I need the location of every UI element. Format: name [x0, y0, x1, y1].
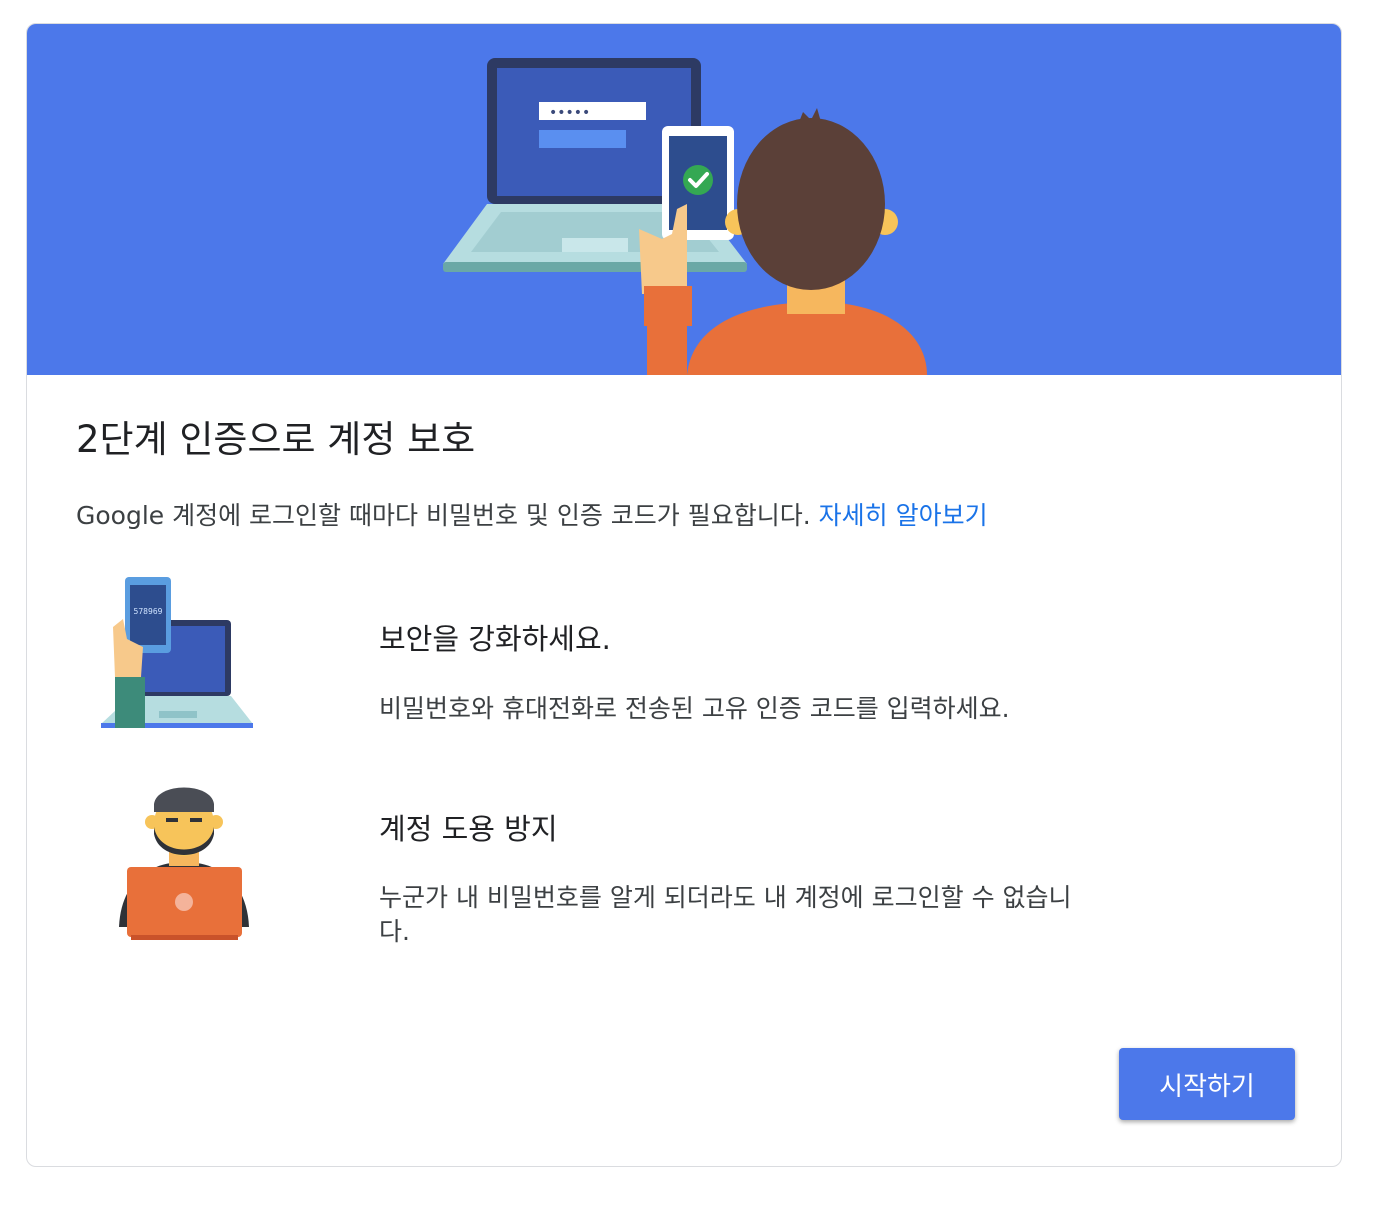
password-mask: ••••• — [549, 105, 590, 121]
feature-security-title: 보안을 강화하세요. — [379, 622, 611, 656]
feature-hijack-title: 계정 도용 방지 — [379, 812, 558, 846]
feature-security-text: 비밀번호와 휴대전화로 전송된 고유 인증 코드를 입력하세요. — [379, 694, 1010, 723]
person-head — [737, 118, 885, 290]
hero-banner: ••••• — [27, 24, 1341, 375]
hacker-illustration — [119, 787, 249, 940]
page-title: 2단계 인증으로 계정 보호 — [76, 418, 476, 461]
start-button[interactable]: 시작하기 — [1119, 1048, 1295, 1120]
laptop-edge — [443, 262, 747, 272]
description-text: Google 계정에 로그인할 때마다 비밀번호 및 인증 코드가 필요합니다. — [76, 501, 811, 530]
learn-more-link[interactable]: 자세히 알아보기 — [819, 501, 988, 530]
verification-code: 578969 — [134, 607, 163, 616]
page-description: Google 계정에 로그인할 때마다 비밀번호 및 인증 코드가 필요합니다.… — [76, 496, 988, 532]
security-illustration: 578969 — [101, 577, 253, 728]
hero-illustration: ••••• — [443, 58, 927, 375]
check-icon — [683, 165, 713, 195]
two-step-verification-card: ••••• 2단계 인증으로 계정 보호 Google 계정에 로그인할 때마다… — [26, 23, 1342, 1167]
laptop-touchpad — [562, 238, 628, 252]
login-button-illustration — [539, 130, 626, 148]
beanie-icon — [154, 787, 214, 812]
feature-hijack-text: 누군가 내 비밀번호를 알게 되더라도 내 계정에 로그인할 수 없습니다. — [379, 883, 1072, 946]
sleeve — [644, 286, 692, 326]
